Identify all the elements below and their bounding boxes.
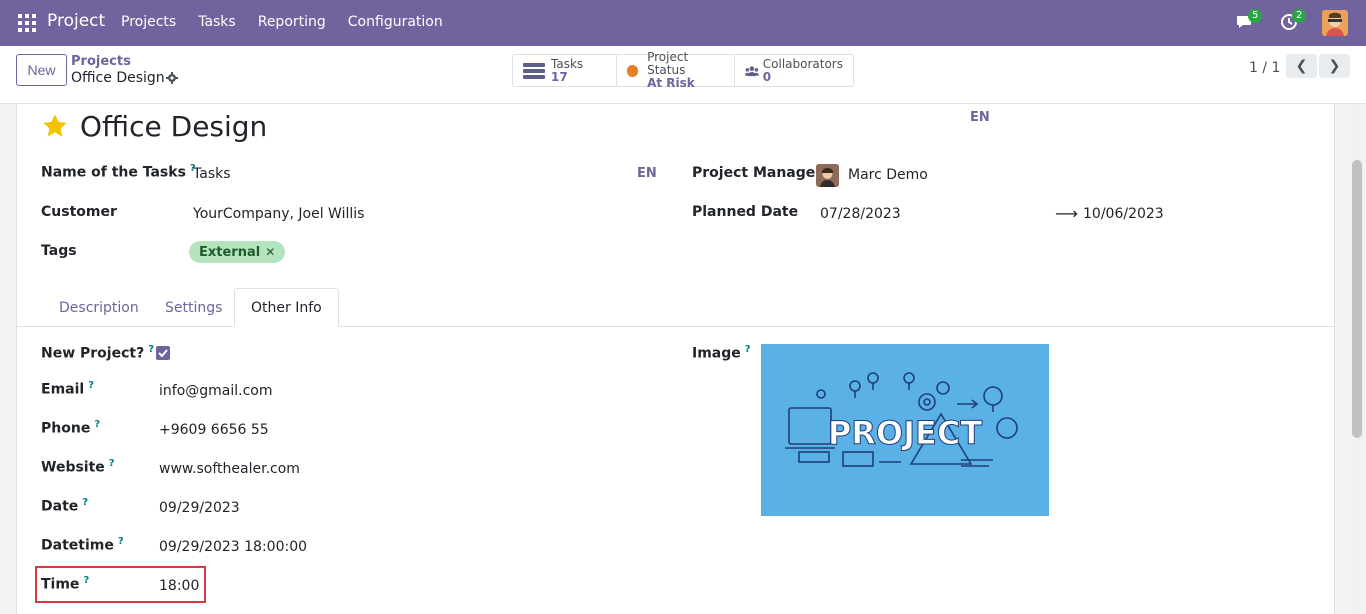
time-label: Time?: [41, 575, 90, 593]
top-navbar: Project Projects Tasks Reporting Configu…: [0, 0, 1366, 46]
menu-configuration[interactable]: Configuration: [348, 14, 443, 30]
users-icon: [745, 65, 759, 76]
customer-field[interactable]: YourCompany, Joel Willis: [193, 206, 364, 222]
collaborators-button[interactable]: Collaborators 0: [735, 55, 853, 86]
status-stat-label: Project Status: [647, 50, 689, 77]
project-manager-label: Project Manager: [692, 165, 823, 181]
name-tasks-label: Name of the Tasks?: [41, 163, 196, 181]
manager-avatar: [816, 164, 839, 187]
user-avatar[interactable]: [1322, 10, 1348, 36]
image-text: PROJECT: [828, 414, 983, 452]
title-lang-button[interactable]: EN: [970, 110, 990, 125]
help-icon[interactable]: ?: [745, 344, 751, 355]
arrow-right-icon: ⟶: [1055, 204, 1078, 223]
planned-end-field[interactable]: 10/06/2023: [1083, 206, 1164, 222]
menu-reporting[interactable]: Reporting: [258, 14, 326, 30]
project-title[interactable]: Office Design: [80, 110, 267, 143]
smart-buttons: Tasks 17 Project Status At Risk Collabor…: [512, 51, 854, 90]
project-image[interactable]: PROJECT: [761, 344, 1049, 516]
notebook-tabs: Description Settings Other Info: [17, 288, 1334, 327]
breadcrumb-current: Office Design: [71, 70, 165, 86]
help-icon[interactable]: ?: [94, 419, 100, 430]
datetime-field[interactable]: 09/29/2023 18:00:00: [159, 539, 307, 555]
tasks-stat-value: 17: [551, 69, 568, 84]
activities-badge: 2: [1292, 9, 1307, 23]
favorite-star-icon[interactable]: [41, 112, 69, 144]
pager-value[interactable]: 1 / 1: [1249, 60, 1280, 76]
time-field[interactable]: 18:00: [159, 578, 199, 594]
new-button[interactable]: New: [16, 54, 67, 86]
status-stat-value: At Risk: [647, 76, 695, 90]
control-panel: New Projects Office Design Tasks 17 Proj…: [0, 46, 1366, 104]
chevron-left-icon: ❮: [1295, 58, 1308, 74]
tab-description[interactable]: Description: [43, 288, 155, 327]
collaborators-stat-value: 0: [762, 69, 772, 84]
project-manager-field[interactable]: Marc Demo: [848, 167, 928, 183]
collaborators-stat-label: Collaborators: [762, 56, 843, 71]
menu-tasks[interactable]: Tasks: [198, 14, 236, 30]
form-sheet: Office Design EN Name of the Tasks? Task…: [16, 104, 1335, 614]
help-icon[interactable]: ?: [109, 458, 115, 469]
check-icon: [158, 349, 168, 358]
pager-previous-button[interactable]: ❮: [1286, 54, 1317, 78]
tags-label: Tags: [41, 243, 77, 259]
chevron-right-icon: ❯: [1328, 58, 1341, 74]
tasks-icon: [523, 62, 545, 79]
customer-label: Customer: [41, 204, 117, 220]
tab-other-info[interactable]: Other Info: [234, 288, 339, 327]
planned-date-label: Planned Date: [692, 204, 799, 220]
breadcrumb-parent[interactable]: Projects: [71, 54, 131, 69]
website-field[interactable]: www.softhealer.com: [159, 461, 300, 477]
planned-start-field[interactable]: 07/28/2023: [820, 206, 901, 222]
pager-next-button[interactable]: ❯: [1319, 54, 1350, 78]
app-brand[interactable]: Project: [47, 11, 105, 31]
new-project-label: New Project??: [41, 344, 155, 362]
help-icon[interactable]: ?: [148, 344, 154, 355]
main-menu: Projects Tasks Reporting Configuration: [121, 14, 465, 30]
project-status-button[interactable]: Project Status At Risk: [617, 51, 735, 90]
messages-badge: 5: [1248, 9, 1263, 23]
image-label: Image?: [692, 344, 751, 362]
name-tasks-field[interactable]: Tasks: [193, 166, 231, 182]
datetime-label: Datetime?: [41, 536, 124, 554]
website-label: Website?: [41, 458, 115, 476]
help-icon[interactable]: ?: [83, 575, 89, 586]
remove-tag-icon[interactable]: ✕: [265, 245, 275, 259]
phone-label: Phone?: [41, 419, 101, 437]
messages-icon[interactable]: 5: [1236, 9, 1263, 33]
tag-label: External: [199, 244, 261, 260]
apps-menu-icon[interactable]: [18, 14, 36, 32]
date-label: Date?: [41, 497, 89, 515]
activities-icon[interactable]: 2: [1280, 9, 1307, 33]
new-project-checkbox[interactable]: [156, 346, 170, 360]
tag-external[interactable]: External ✕: [189, 241, 286, 263]
tab-settings[interactable]: Settings: [149, 288, 238, 327]
phone-field[interactable]: +9609 6656 55: [159, 422, 269, 438]
name-tasks-lang-button[interactable]: EN: [637, 166, 657, 181]
menu-projects[interactable]: Projects: [121, 14, 176, 30]
help-icon[interactable]: ?: [82, 497, 88, 508]
email-field[interactable]: info@gmail.com: [159, 383, 273, 399]
date-field[interactable]: 09/29/2023: [159, 500, 240, 516]
email-label: Email?: [41, 380, 95, 398]
status-dot-icon: [627, 64, 639, 77]
tasks-stat-label: Tasks: [551, 56, 584, 71]
gear-icon[interactable]: [166, 72, 178, 88]
help-icon[interactable]: ?: [88, 380, 94, 391]
scrollbar-thumb[interactable]: [1352, 160, 1362, 438]
tasks-stat-button[interactable]: Tasks 17: [513, 55, 617, 86]
help-icon[interactable]: ?: [118, 536, 124, 547]
